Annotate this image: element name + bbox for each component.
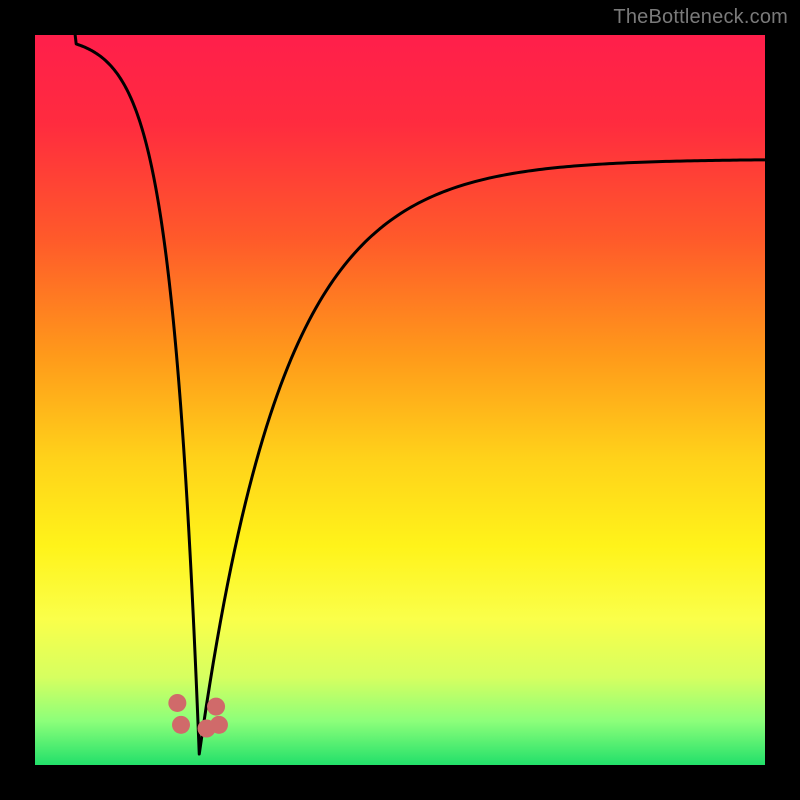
chart-frame: TheBottleneck.com	[0, 0, 800, 800]
marker-dot	[210, 716, 228, 734]
marker-dot	[172, 716, 190, 734]
marker-dot	[207, 698, 225, 716]
watermark-text: TheBottleneck.com	[613, 6, 788, 29]
bottleneck-plot	[35, 35, 765, 765]
marker-dot	[168, 694, 186, 712]
plot-area	[35, 35, 765, 765]
gradient-background	[35, 35, 765, 765]
